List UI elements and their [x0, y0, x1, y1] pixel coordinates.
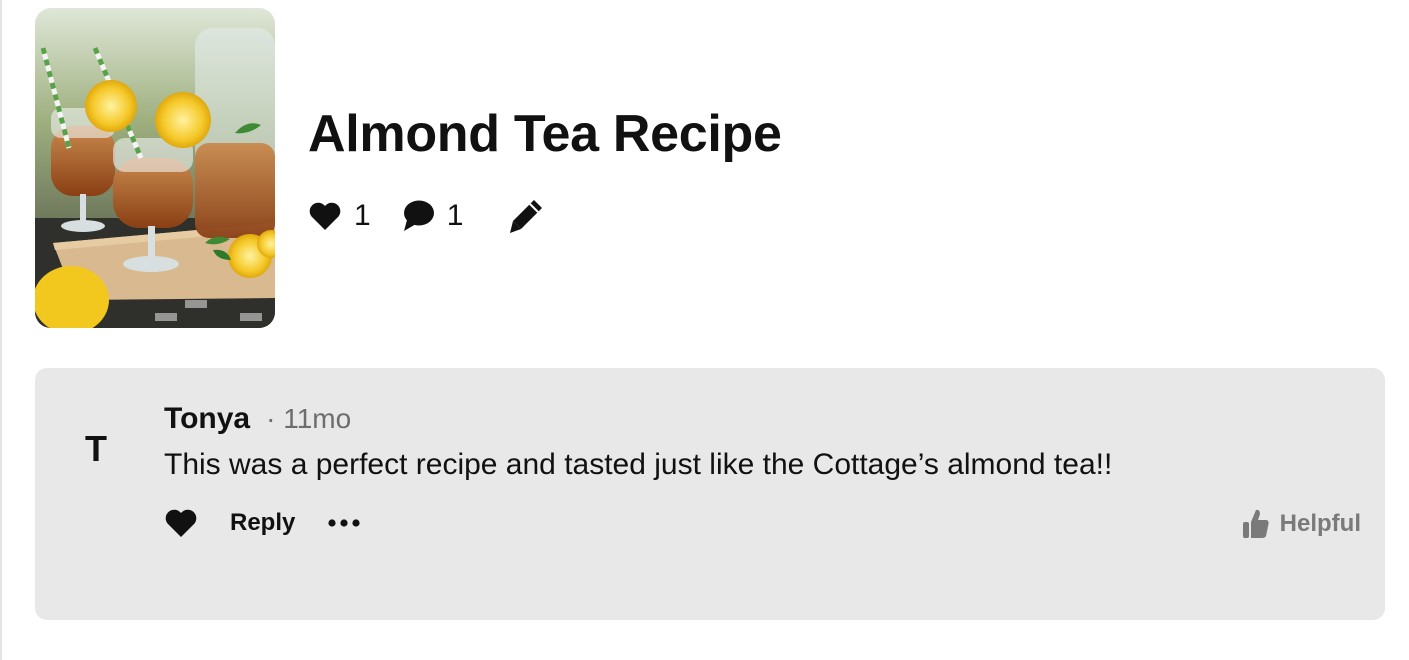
- recipe-thumbnail[interactable]: [35, 8, 275, 328]
- comment-text: This was a perfect recipe and tasted jus…: [164, 448, 1113, 481]
- recipe-photo: [35, 8, 275, 328]
- comment-header: Tonya · 11mo: [164, 402, 351, 436]
- like-count: 1: [354, 199, 371, 232]
- page-left-border: [0, 0, 2, 660]
- thumbs-up-icon: [1242, 509, 1269, 538]
- comment-actions: Reply: [164, 508, 363, 538]
- recipe-header: Almond Tea Recipe 1 1: [35, 8, 1235, 328]
- comment-like-button[interactable]: [164, 508, 198, 538]
- reply-button[interactable]: Reply: [230, 509, 295, 537]
- heart-icon: [308, 201, 342, 231]
- comment-count-button[interactable]: 1: [401, 199, 464, 233]
- comment-timestamp: · 11mo: [266, 403, 352, 434]
- ellipsis-icon: [328, 519, 360, 527]
- recipe-stats: 1 1: [308, 196, 545, 236]
- more-options-button[interactable]: [327, 517, 363, 529]
- heart-icon: [165, 509, 197, 537]
- comment-count: 1: [446, 199, 464, 232]
- like-count-button[interactable]: 1: [308, 199, 371, 233]
- avatar[interactable]: T: [85, 428, 107, 470]
- helpful-button[interactable]: Helpful: [1242, 508, 1361, 540]
- helpful-label: Helpful: [1279, 510, 1361, 537]
- comment-author[interactable]: Tonya: [164, 402, 250, 436]
- pencil-icon[interactable]: [507, 197, 545, 235]
- recipe-title: Almond Tea Recipe: [308, 105, 782, 163]
- comment-card: T Tonya · 11mo This was a perfect recipe…: [35, 368, 1385, 620]
- speech-bubble-icon: [401, 199, 435, 233]
